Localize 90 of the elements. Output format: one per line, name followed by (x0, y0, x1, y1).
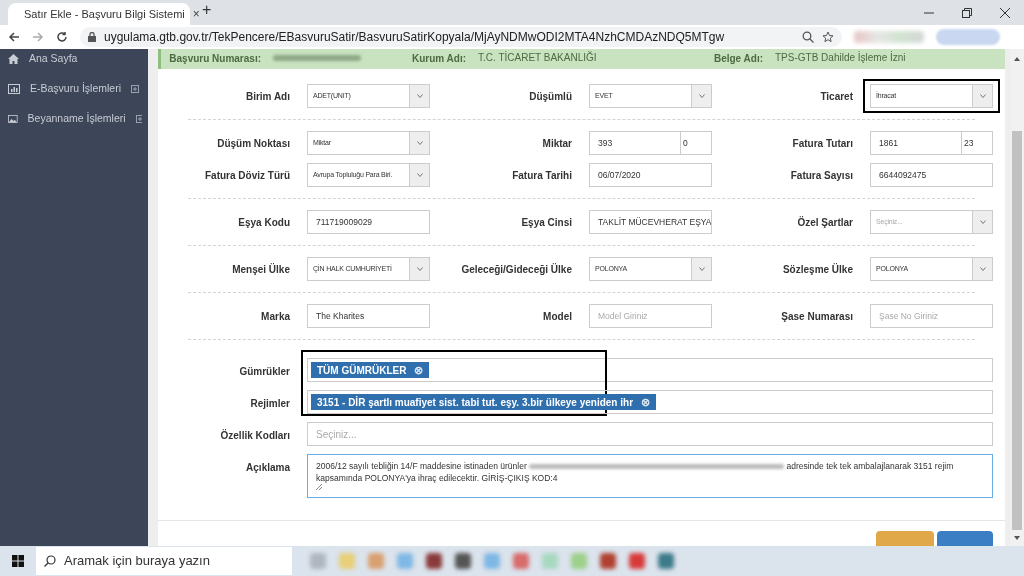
tag[interactable]: 3151 - DİR şartlı muafiyet sist. tabi tut. eşy. 3.bir ülkeye yeniden ihr ⊗ (311, 394, 657, 410)
info-label: Başvuru Numarası: (168, 51, 261, 66)
taskbar-icon[interactable] (513, 553, 529, 569)
home-icon (8, 54, 19, 64)
field-label: Fatura Döviz Türü (204, 168, 291, 183)
scroll-up-icon[interactable] (1014, 57, 1020, 61)
taskbar-search-field[interactable]: Aramak için buraya yazın (36, 547, 292, 575)
field-label: Gümrükler (238, 365, 291, 379)
field-label: Menşei Ülke (231, 262, 291, 277)
chevron-down-icon (416, 141, 423, 145)
star-icon[interactable] (822, 31, 834, 43)
forward-icon[interactable] (32, 31, 44, 43)
chevron-down-icon (979, 220, 986, 224)
sidebar-item[interactable]: Ana Sayfa (0, 49, 148, 74)
taskbar-icon[interactable] (629, 553, 645, 569)
taskbar-icon[interactable] (600, 553, 616, 569)
extension-icons[interactable] (854, 31, 924, 43)
field-label: Şase Numarası (780, 309, 854, 324)
field-label: Sözleşme Ülke (781, 262, 854, 277)
scrollbar-thumb[interactable] (1012, 131, 1022, 530)
tab-title: Satır Ekle - Başvuru Bilgi Sistemi (24, 6, 185, 22)
chevron-down-icon (698, 94, 705, 98)
sidebar-item[interactable]: Beyanname İşlemleri (0, 104, 148, 134)
chevron-down-icon (979, 94, 986, 98)
info-value: T.C. TİCARET BAKANLIĞI (478, 51, 598, 65)
reload-icon[interactable] (56, 31, 68, 43)
info-value: TPS-GTB Dahilde İşleme İzni (775, 51, 906, 65)
image-icon (8, 114, 18, 124)
input-field[interactable]: 06/07/2020 (589, 163, 712, 187)
field-label: Birim Adı (244, 89, 291, 104)
taskbar-icon[interactable] (368, 553, 384, 569)
field-label: Açıklama (245, 461, 291, 475)
url-text: uygulama.gtb.gov.tr/TekPencere/EBasvuruSatir/BasvuruSatirKopyala/MjAyNDMwODI2MTA4NzhCMDAzNDQ5MTgw (104, 29, 725, 46)
taskbar-icon[interactable] (455, 553, 471, 569)
field-label: Miktar (541, 136, 573, 151)
input-field[interactable]: 0 (681, 131, 712, 155)
field-label: Fatura Tarihi (511, 168, 573, 183)
field-label: Marka (260, 309, 291, 324)
search-icon (44, 555, 56, 567)
close-tab-button[interactable]: × (192, 5, 200, 23)
input-field[interactable]: 711719009029 (307, 210, 430, 234)
expand-icon[interactable] (135, 115, 142, 123)
field-label: Rejimler (249, 397, 291, 411)
back-icon[interactable] (8, 31, 20, 43)
field-label: Özel Şartlar (796, 215, 854, 230)
field-label: Eşya Kodu (237, 215, 291, 230)
taskbar-icon[interactable] (426, 553, 442, 569)
info-label: Belge Adı: (712, 51, 763, 66)
field-label: Düşüm Noktası (216, 136, 291, 151)
remove-tag-button[interactable]: ⊗ (414, 361, 424, 379)
field-label: Geleceği/Gideceği Ülke (460, 262, 573, 277)
search-placeholder: Aramak için buraya yazın (64, 552, 210, 571)
close-icon[interactable] (1000, 7, 1010, 18)
expand-icon[interactable] (131, 85, 140, 93)
chevron-down-icon (979, 267, 986, 271)
chevron-down-icon (416, 173, 423, 177)
new-tab-button[interactable]: + (202, 0, 212, 22)
tag-field[interactable]: 3151 - DİR şartlı muafiyet sist. tabi tut. eşy. 3.bir ülkeye yeniden ihr ⊗ (307, 390, 993, 414)
tag[interactable]: TÜM GÜMRÜKLER ⊗ (311, 362, 430, 378)
input-field[interactable]: 1861 (870, 131, 962, 155)
field-label: Eşya Cinsi (520, 215, 573, 230)
chevron-down-icon (416, 94, 423, 98)
field-label: Model (542, 309, 573, 324)
sidebar-item[interactable]: E-Başvuru İşlemleri (0, 74, 148, 104)
input-field[interactable]: 6644092475 (870, 163, 993, 187)
input-field[interactable]: 393 (589, 131, 681, 155)
input-field[interactable]: The Kharites (307, 304, 430, 328)
scroll-down-icon[interactable] (1014, 536, 1020, 540)
address-field[interactable]: uygulama.gtb.gov.tr/TekPencere/EBasvuruSatir/BasvuruSatirKopyala/MjAyNDMwODI2MTA4NzhCMDAzNDQ5MTgw (80, 27, 842, 47)
profile-button[interactable] (936, 29, 1000, 45)
taskbar-icon[interactable] (658, 553, 674, 569)
description-field[interactable]: 2006/12 sayılı tebliğin 14/F maddesine istinaden ürünler adresinde tek tek ambalajlanarak 3151 rejim kapsamında POLONYA'ya ihraç edilecektir. GİRİŞ-ÇIKIŞ KOD:4 (307, 454, 993, 498)
input-field[interactable]: TAKLİT MÜCEVHERAT EŞYA (589, 210, 712, 234)
lock-icon (88, 32, 96, 42)
chevron-down-icon (416, 267, 423, 271)
field-label: Düşümlü (528, 89, 573, 104)
restore-icon[interactable] (962, 7, 972, 18)
windows-icon[interactable] (12, 555, 24, 567)
field-label: Ticaret (819, 89, 854, 104)
chart-icon (8, 84, 20, 94)
resize-handle-icon[interactable] (316, 484, 322, 490)
field-label: Fatura Sayısı (789, 168, 854, 183)
info-label: Kurum Adı: (410, 51, 466, 66)
remove-tag-button[interactable]: ⊗ (641, 393, 651, 411)
field-label: Özellik Kodları (219, 428, 291, 443)
input-field[interactable]: 23 (962, 131, 993, 155)
field-label: Fatura Tutarı (791, 136, 854, 151)
tag-field[interactable]: TÜM GÜMRÜKLER ⊗ (307, 358, 993, 382)
chevron-down-icon (698, 267, 705, 271)
search-icon[interactable] (802, 31, 814, 43)
